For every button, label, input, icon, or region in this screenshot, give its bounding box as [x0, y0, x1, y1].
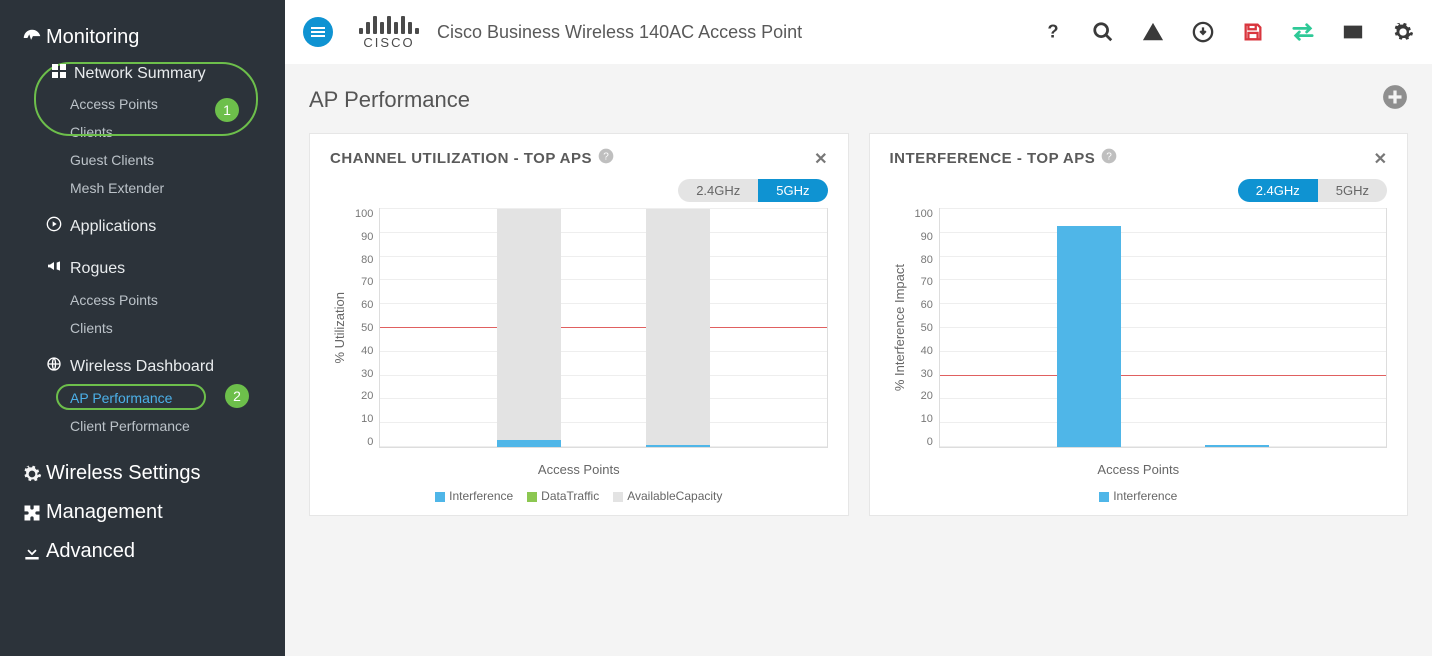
tutorial-badge-1: 1 — [215, 98, 239, 122]
sidebar-label-advanced: Advanced — [46, 540, 135, 563]
sidebar-label-wireless-dashboard: Wireless Dashboard — [70, 358, 214, 376]
play-circle-icon — [46, 216, 62, 237]
download-icon — [18, 542, 46, 562]
panel-title: CHANNEL UTILIZATION - TOP APS — [330, 150, 592, 167]
sidebar-item-guest-clients[interactable]: Guest Clients — [0, 146, 285, 174]
band-2-4-button[interactable]: 2.4GHz — [678, 179, 758, 202]
x-axis-label: Access Points — [890, 462, 1388, 477]
sidebar-item-network-summary[interactable]: Network Summary — [0, 57, 285, 90]
sidebar-item-management[interactable]: Management — [0, 493, 285, 532]
y-ticks: 1009080706050403020100 — [909, 208, 939, 448]
dashboard-icon — [18, 27, 46, 49]
sidebar-item-client-performance[interactable]: Client Performance — [0, 412, 285, 440]
tutorial-badge-2: 2 — [225, 384, 249, 408]
plot-area — [379, 208, 827, 448]
sidebar-label-applications: Applications — [70, 218, 156, 236]
y-ticks: 1009080706050403020100 — [349, 208, 379, 448]
sidebar-label-ap-performance: AP Performance — [70, 390, 172, 406]
legend-interference: Interference — [1113, 489, 1177, 503]
add-panel-button[interactable] — [1382, 84, 1408, 115]
panel-interference: INTERFERENCE - TOP APS ? ✕ 2.4GHz 5GHz %… — [869, 133, 1409, 516]
settings-icon[interactable] — [1392, 21, 1414, 43]
sidebar-label-network-summary: Network Summary — [74, 65, 206, 83]
sidebar-label-management: Management — [46, 501, 163, 524]
puzzle-icon — [18, 503, 46, 523]
sidebar-item-wireless-settings[interactable]: Wireless Settings — [0, 454, 285, 493]
page-title: AP Performance — [309, 87, 470, 113]
band-5-button[interactable]: 5GHz — [758, 179, 827, 202]
band-5-button[interactable]: 5GHz — [1318, 179, 1387, 202]
x-axis-label: Access Points — [330, 462, 828, 477]
panel-title: INTERFERENCE - TOP APS — [890, 150, 1096, 167]
sidebar-item-monitoring[interactable]: Monitoring — [0, 18, 285, 57]
product-title: Cisco Business Wireless 140AC Access Poi… — [437, 22, 802, 43]
close-panel-button[interactable]: ✕ — [1374, 149, 1387, 169]
band-2-4-button[interactable]: 2.4GHz — [1238, 179, 1318, 202]
sidebar-label-monitoring: Monitoring — [46, 26, 139, 49]
download-circle-icon[interactable] — [1192, 21, 1214, 43]
alert-icon[interactable] — [1142, 21, 1164, 43]
panel-channel-utilization: CHANNEL UTILIZATION - TOP APS ? ✕ 2.4GHz… — [309, 133, 849, 516]
legend: Interference DataTraffic AvailableCapaci… — [330, 489, 828, 503]
cisco-logo-text: CISCO — [363, 35, 414, 50]
band-toggle: 2.4GHz 5GHz — [678, 179, 827, 202]
legend-interference: Interference — [449, 489, 513, 503]
sync-icon[interactable] — [1292, 21, 1314, 43]
sidebar-item-rogues[interactable]: Rogues — [0, 244, 285, 286]
topbar: CISCO Cisco Business Wireless 140AC Acce… — [285, 0, 1432, 64]
svg-text:?: ? — [1106, 151, 1112, 162]
legend-availablecapacity: AvailableCapacity — [627, 489, 722, 503]
sidebar-item-access-points[interactable]: Access Points — [0, 90, 285, 118]
legend: Interference — [890, 489, 1388, 503]
sidebar-item-clients[interactable]: Clients — [0, 118, 285, 146]
sidebar-item-wireless-dashboard[interactable]: Wireless Dashboard — [0, 342, 285, 384]
sidebar-item-mesh-extender[interactable]: Mesh Extender — [0, 174, 285, 202]
sidebar-item-rogues-clients[interactable]: Clients — [0, 314, 285, 342]
bullhorn-icon — [46, 258, 62, 279]
sidebar-item-applications[interactable]: Applications — [0, 202, 285, 244]
band-toggle: 2.4GHz 5GHz — [1238, 179, 1387, 202]
sidebar-label-rogues: Rogues — [70, 260, 125, 278]
y-axis-label: % Utilization — [330, 292, 349, 364]
legend-datatraffic: DataTraffic — [541, 489, 599, 503]
y-axis-label: % Interference Impact — [890, 264, 909, 391]
sidebar: Monitoring Network Summary Access Points… — [0, 0, 285, 656]
sidebar-item-rogues-ap[interactable]: Access Points — [0, 286, 285, 314]
search-icon[interactable] — [1092, 21, 1114, 43]
save-icon[interactable] — [1242, 21, 1264, 43]
mail-icon[interactable] — [1342, 21, 1364, 43]
cisco-logo: CISCO — [359, 14, 419, 50]
chart-interference: % Interference Impact 100908070605040302… — [890, 208, 1388, 448]
grid-icon — [52, 64, 66, 83]
chart-channel-utilization: % Utilization 1009080706050403020100 — [330, 208, 828, 448]
sidebar-item-advanced[interactable]: Advanced — [0, 532, 285, 571]
close-panel-button[interactable]: ✕ — [814, 149, 827, 169]
svg-text:?: ? — [1047, 21, 1058, 42]
help-icon[interactable]: ? — [1101, 148, 1117, 169]
svg-text:?: ? — [603, 151, 609, 162]
help-icon[interactable]: ? — [598, 148, 614, 169]
plot-area — [939, 208, 1387, 448]
globe-icon — [46, 356, 62, 377]
help-icon[interactable]: ? — [1042, 21, 1064, 43]
menu-toggle-button[interactable] — [303, 17, 333, 47]
sidebar-label-wireless-settings: Wireless Settings — [46, 462, 201, 485]
gear-icon — [18, 464, 46, 484]
sidebar-item-ap-performance[interactable]: AP Performance 2 — [0, 384, 285, 412]
